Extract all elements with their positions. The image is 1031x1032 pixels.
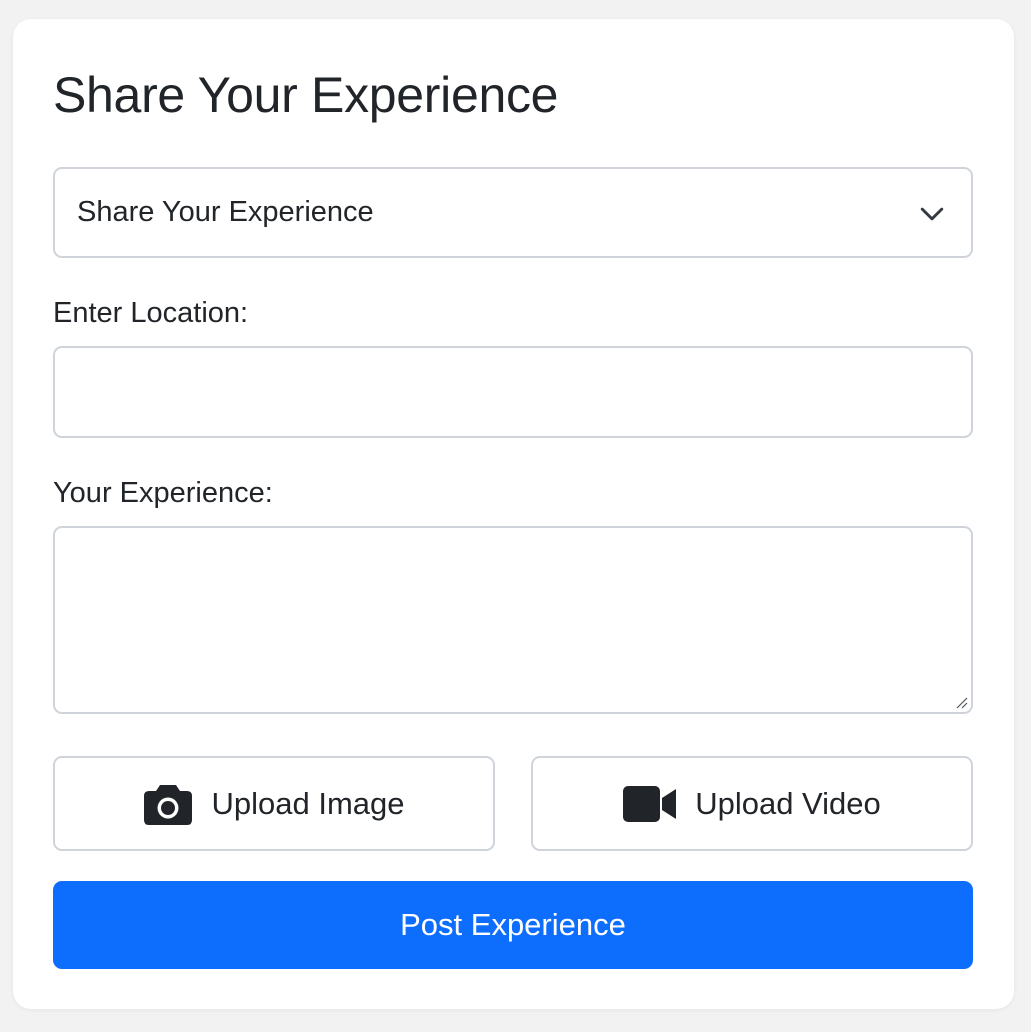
upload-image-button[interactable]: Upload Image <box>53 756 495 851</box>
camera-icon <box>143 782 193 826</box>
upload-image-label: Upload Image <box>211 785 405 821</box>
post-experience-label: Post Experience <box>400 907 626 942</box>
upload-video-label: Upload Video <box>695 785 881 821</box>
location-input[interactable] <box>53 346 973 438</box>
experience-form-card: Share Your Experience Share Your Experie… <box>13 19 1014 1009</box>
select-value: Share Your Experience <box>77 196 374 228</box>
experience-label: Your Experience: <box>53 477 273 509</box>
video-camera-icon <box>623 785 677 822</box>
upload-video-button[interactable]: Upload Video <box>531 756 973 851</box>
location-label: Enter Location: <box>53 297 249 329</box>
chevron-down-icon <box>920 207 944 221</box>
experience-type-select[interactable]: Share Your Experience <box>53 167 973 258</box>
experience-textarea[interactable] <box>53 526 973 714</box>
resize-handle-icon[interactable] <box>954 695 968 709</box>
post-experience-button[interactable]: Post Experience <box>53 881 973 969</box>
page-title: Share Your Experience <box>53 67 559 123</box>
